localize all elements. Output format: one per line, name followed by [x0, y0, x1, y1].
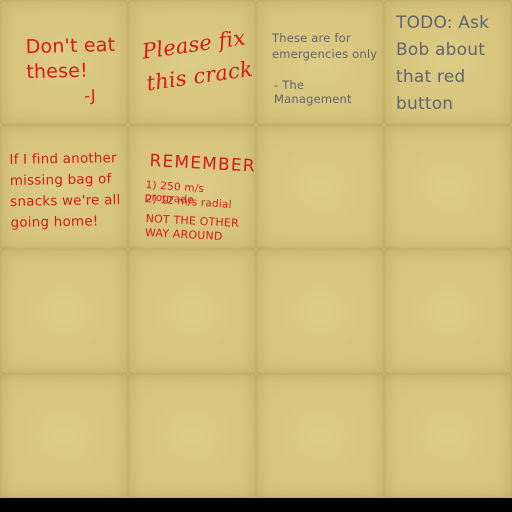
note-text: Don't eat these!	[25, 33, 116, 84]
note-tile-emergencies: These are for emergencies only - The Man…	[256, 0, 384, 125]
note-text: Please fix this crack	[140, 25, 255, 96]
note-text: These are for emergencies only	[272, 31, 378, 61]
note-signature: -J	[83, 85, 97, 106]
empty-tile	[256, 124, 384, 249]
empty-tile	[0, 249, 128, 374]
note-tile-fix-crack: Please fix this crack	[128, 0, 256, 125]
empty-tile	[384, 124, 512, 249]
note-signature: - The Management	[274, 78, 352, 106]
note-grid: Don't eat these! -J Please fix this crac…	[0, 0, 512, 498]
empty-tile	[128, 373, 256, 498]
note-text: If I find another missing bag of snacks …	[9, 149, 121, 231]
cork-board: Don't eat these! -J Please fix this crac…	[0, 0, 512, 498]
note-tile-todo: TODO: Ask Bob about that red button	[384, 0, 512, 125]
note-line: NOT THE OTHER WAY AROUND	[144, 211, 240, 243]
empty-tile	[0, 373, 128, 498]
empty-tile	[256, 373, 384, 498]
empty-tile	[256, 249, 384, 374]
empty-tile	[384, 373, 512, 498]
note-tile-snacks: If I find another missing bag of snacks …	[0, 124, 128, 249]
note-title: REMEMBER	[148, 150, 257, 177]
note-tile-remember: REMEMBER 1) 250 m/s prograde 2) 12 m/s r…	[128, 124, 257, 249]
empty-tile	[384, 249, 512, 374]
note-tile-dont-eat: Don't eat these! -J	[0, 0, 128, 125]
note-text: TODO: Ask Bob about that red button	[396, 13, 490, 114]
empty-tile	[128, 249, 256, 374]
